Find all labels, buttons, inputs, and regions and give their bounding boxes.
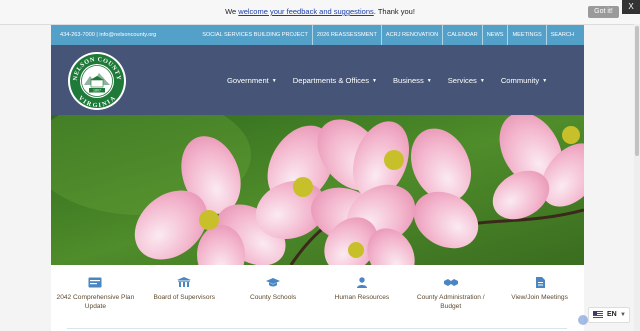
- scrollbar-thumb[interactable]: [635, 26, 639, 156]
- got-it-button[interactable]: Got it!: [588, 6, 619, 18]
- quick-link-label: Human Resources: [334, 294, 390, 301]
- nav-label: Government: [227, 75, 269, 85]
- county-seal-logo[interactable]: NELSON COUNTY VIRGINIA 1807: [67, 51, 127, 111]
- feedback-link[interactable]: welcome your feedback and suggestions: [238, 7, 374, 16]
- quick-link-board-of-supervisors[interactable]: Board of Supervisors: [144, 265, 224, 331]
- notice-suffix: . Thank you!: [373, 7, 415, 16]
- quick-link-comprehensive-plan[interactable]: 2042 Comprehensive Plan Update: [55, 265, 135, 331]
- nav-label: Departments & Offices: [292, 75, 369, 85]
- quick-link-label: County Administration / Budget: [416, 294, 485, 310]
- contact-info[interactable]: 434-263-7000 | info@nelsoncounty.org: [60, 25, 156, 45]
- quick-link-label: 2042 Comprehensive Plan Update: [56, 294, 135, 310]
- file-icon: [535, 277, 545, 288]
- utility-link-acrj[interactable]: ACRJ RENOVATION: [380, 25, 442, 45]
- quick-link-label: View/Join Meetings: [511, 294, 568, 301]
- feedback-notice: We welcome your feedback and suggestions…: [0, 0, 640, 25]
- quick-link-county-administration[interactable]: County Administration / Budget: [411, 265, 491, 331]
- site-header: NELSON COUNTY VIRGINIA 1807 Government ▼ …: [51, 45, 584, 115]
- nav-business[interactable]: Business ▼: [393, 76, 432, 85]
- utility-link-calendar[interactable]: CALENDAR: [442, 25, 481, 45]
- utility-links: SOCIAL SERVICES BUILDING PROJECT 2026 RE…: [198, 25, 578, 45]
- quick-link-human-resources[interactable]: Human Resources: [322, 265, 402, 331]
- main-nav: Government ▼ Departments & Offices ▼ Busin…: [227, 45, 563, 115]
- page-scrollbar[interactable]: [634, 24, 640, 331]
- hero-dogwood-image: [51, 115, 584, 265]
- utility-link-reassessment[interactable]: 2026 REASSESSMENT: [311, 25, 381, 45]
- utility-link-meetings[interactable]: MEETINGS: [507, 25, 545, 45]
- chevron-down-icon: ▼: [372, 77, 377, 84]
- nav-departments[interactable]: Departments & Offices ▼: [293, 76, 377, 85]
- chevron-down-icon: ▼: [426, 77, 432, 84]
- building-icon: [177, 277, 192, 287]
- language-selector[interactable]: EN ▼: [588, 307, 630, 323]
- us-flag-icon: [593, 311, 603, 318]
- quick-links: 2042 Comprehensive Plan Update Board of …: [51, 265, 584, 331]
- seal-year: 1807: [93, 89, 101, 93]
- close-notice-button[interactable]: X: [622, 0, 640, 14]
- chevron-down-icon: ▼: [542, 77, 548, 84]
- utility-link-news[interactable]: NEWS: [481, 25, 508, 45]
- nav-label: Business: [392, 75, 424, 85]
- document-card-icon: [88, 277, 102, 288]
- handshake-icon: [443, 279, 458, 286]
- notice-prefix: We: [225, 7, 237, 16]
- nav-government[interactable]: Government ▼: [227, 76, 277, 85]
- language-code: EN: [607, 311, 617, 318]
- nav-services[interactable]: Services ▼: [448, 76, 485, 85]
- nav-label: Community: [500, 75, 540, 85]
- quick-link-county-schools[interactable]: County Schools: [233, 265, 313, 331]
- nav-label: Services: [447, 75, 477, 85]
- utility-link-search[interactable]: SEARCH: [545, 25, 578, 45]
- quick-link-label: County Schools: [249, 294, 297, 301]
- page-frame: 434-263-7000 | info@nelsoncounty.org SOC…: [51, 25, 584, 331]
- quick-link-view-join-meetings[interactable]: View/Join Meetings: [500, 265, 580, 331]
- person-icon: [356, 277, 367, 288]
- chevron-down-icon: ▼: [620, 312, 626, 318]
- graduation-cap-icon: [266, 278, 281, 287]
- quick-link-label: Board of Supervisors: [153, 294, 216, 301]
- nav-community[interactable]: Community ▼: [501, 76, 547, 85]
- utility-bar: 434-263-7000 | info@nelsoncounty.org SOC…: [51, 25, 584, 45]
- utility-link-social-services[interactable]: SOCIAL SERVICES BUILDING PROJECT: [198, 25, 312, 45]
- section-divider: [67, 328, 567, 329]
- recaptcha-badge-icon[interactable]: [578, 315, 588, 325]
- chevron-down-icon: ▼: [271, 77, 277, 84]
- chevron-down-icon: ▼: [479, 77, 485, 84]
